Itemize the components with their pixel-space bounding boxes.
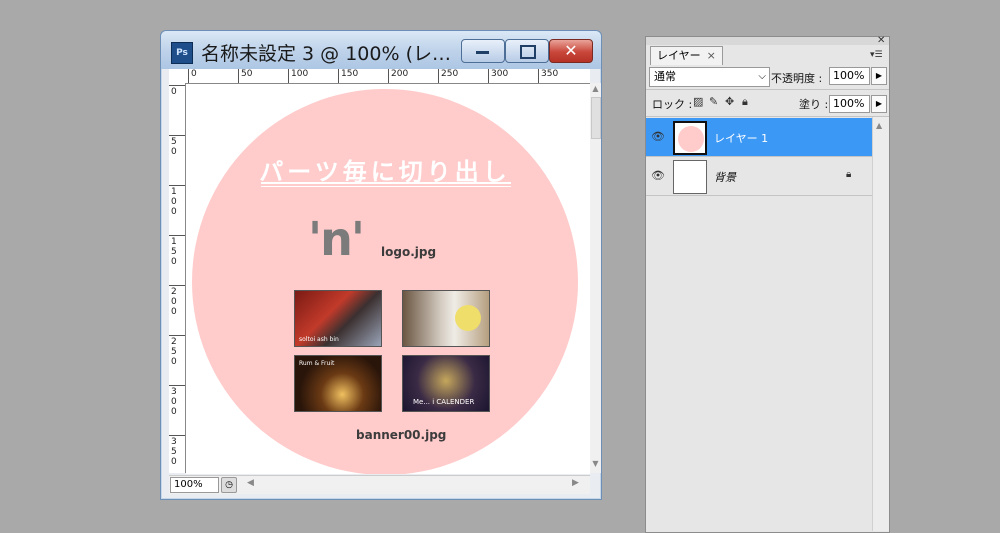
ruler-label: 150 (171, 237, 177, 267)
yellow-badge (455, 305, 481, 331)
layer-thumbnail-preview (678, 126, 704, 152)
ruler-label: 200 (171, 287, 177, 317)
divider (646, 195, 872, 196)
ruler-tick (169, 285, 185, 286)
scroll-right-icon[interactable]: ▶ (572, 478, 579, 488)
logo-mark: 'n' (308, 212, 365, 266)
ruler-label: 200 (388, 69, 408, 83)
banner-thumbnail (402, 290, 490, 347)
ruler-tick (169, 135, 185, 136)
heading-underline (261, 182, 511, 184)
tab-layers[interactable]: レイヤー × (650, 46, 723, 65)
scroll-down-icon[interactable]: ▼ (591, 459, 600, 468)
ruler-tick (169, 185, 185, 186)
fill-slider-toggle[interactable]: ▶ (871, 95, 887, 113)
lock-label: ロック : (652, 98, 693, 111)
chevron-down-icon: ⌵ (758, 71, 766, 82)
status-bar: 100% ◷ ◀ ▶ (169, 475, 590, 494)
document-canvas[interactable]: パーツ毎に切り出し 'n' logo.jpg soltoi ash bin Ru… (186, 84, 590, 474)
banner-thumbnail: Me... i CALENDER (402, 355, 490, 412)
banner-thumbnail: Rum & Fruit (294, 355, 382, 412)
divider (646, 116, 889, 117)
photoshop-icon: Ps (171, 42, 193, 64)
fill-label: 塗り : (799, 98, 829, 111)
eye-icon[interactable]: 👁︎ (651, 130, 665, 143)
opacity-slider-toggle[interactable]: ▶ (871, 67, 887, 85)
layer-row-background[interactable]: 👁︎ 背景 🔒︎ (646, 157, 872, 195)
blend-mode-value: 通常 (654, 70, 676, 83)
layer-name: 背景 (714, 171, 736, 184)
opacity-field[interactable]: 100% (829, 67, 870, 85)
panel-header[interactable] (646, 37, 889, 45)
horizontal-ruler[interactable]: 0 50 100 150 200 250 300 350 (186, 69, 590, 84)
heading-underline (261, 186, 511, 187)
scroll-left-icon[interactable]: ◀ (247, 478, 254, 488)
document-window[interactable]: Ps 名称未設定 3 @ 100% (レ… ✕ 0 50 100 150 200… (160, 30, 602, 500)
layer-thumbnail (673, 121, 707, 155)
ruler-label: 300 (171, 387, 177, 417)
ruler-label: 350 (171, 437, 177, 467)
ruler-tick (169, 335, 185, 336)
ruler-label: 350 (538, 69, 558, 83)
ruler-label: 0 (171, 87, 177, 97)
ruler-tick (169, 385, 185, 386)
ruler-label: 50 (238, 69, 252, 83)
panel-close-icon[interactable]: ✕ (877, 35, 885, 46)
thumbnail-caption: Rum & Fruit (299, 360, 335, 367)
scroll-up-icon[interactable]: ▲ (876, 121, 882, 130)
zoom-field[interactable]: 100% (170, 477, 219, 493)
maximize-icon (520, 45, 536, 59)
layers-panel: ✕ レイヤー × ▾☰ 通常 ⌵ 不透明度 : 100% ▶ ロック : ▨ ✎ … (645, 35, 890, 533)
lock-position-icon[interactable]: ✥ (725, 95, 734, 108)
layer-row-layer1[interactable]: 👁︎ レイヤー 1 (646, 118, 872, 156)
ruler-label: 100 (171, 187, 177, 217)
layer-name: レイヤー 1 (714, 132, 769, 145)
maximize-button[interactable] (505, 39, 549, 63)
ruler-label: 250 (171, 337, 177, 367)
vertical-scrollbar[interactable]: ▲ ▼ (590, 83, 601, 473)
lock-icon: 🔒︎ (846, 169, 852, 180)
tab-close-icon[interactable]: × (707, 49, 716, 62)
ruler-label: 150 (338, 69, 358, 83)
logo-label: logo.jpg (381, 245, 437, 259)
lock-transparency-icon[interactable]: ▨ (693, 95, 703, 108)
ruler-label: 250 (438, 69, 458, 83)
pink-circle (192, 89, 578, 474)
divider (646, 89, 889, 90)
ruler-tick (169, 235, 185, 236)
lock-image-icon[interactable]: ✎ (709, 95, 718, 108)
banner-label: banner00.jpg (356, 428, 447, 442)
layers-scrollbar[interactable]: ▲ (872, 117, 889, 531)
window-title: 名称未設定 3 @ 100% (レ… (201, 43, 451, 65)
opacity-label: 不透明度 : (771, 72, 823, 85)
scrollbar-thumb[interactable] (591, 97, 601, 139)
minimize-button[interactable] (461, 39, 505, 63)
eye-icon[interactable]: 👁︎ (651, 169, 665, 182)
ruler-label: 300 (488, 69, 508, 83)
ruler-label: 0 (188, 69, 197, 83)
ruler-label: 100 (288, 69, 308, 83)
ruler-tick (169, 85, 185, 86)
thumbnail-caption: soltoi ash bin (299, 336, 339, 343)
ruler-tick (169, 435, 185, 436)
layer-thumbnail (673, 160, 707, 194)
title-bar[interactable]: Ps 名称未設定 3 @ 100% (レ… ✕ (161, 31, 601, 69)
fill-field[interactable]: 100% (829, 95, 870, 113)
close-icon: ✕ (564, 41, 578, 60)
close-button[interactable]: ✕ (549, 39, 593, 63)
thumbnail-caption: Me... i CALENDER (413, 398, 475, 406)
ruler-label: 50 (171, 137, 177, 157)
banner-thumbnail: soltoi ash bin (294, 290, 382, 347)
panel-menu-icon[interactable]: ▾☰ (870, 50, 883, 60)
vertical-ruler[interactable]: 0 50 100 150 200 250 300 350 (169, 83, 186, 473)
blend-mode-select[interactable]: 通常 ⌵ (649, 67, 770, 87)
minimize-icon (476, 51, 489, 54)
ruler-origin[interactable] (169, 69, 186, 84)
tab-label: レイヤー (657, 49, 701, 62)
status-info-icon[interactable]: ◷ (221, 477, 237, 493)
scroll-up-icon[interactable]: ▲ (591, 84, 600, 93)
lock-all-icon[interactable]: 🔒︎ (742, 95, 748, 109)
